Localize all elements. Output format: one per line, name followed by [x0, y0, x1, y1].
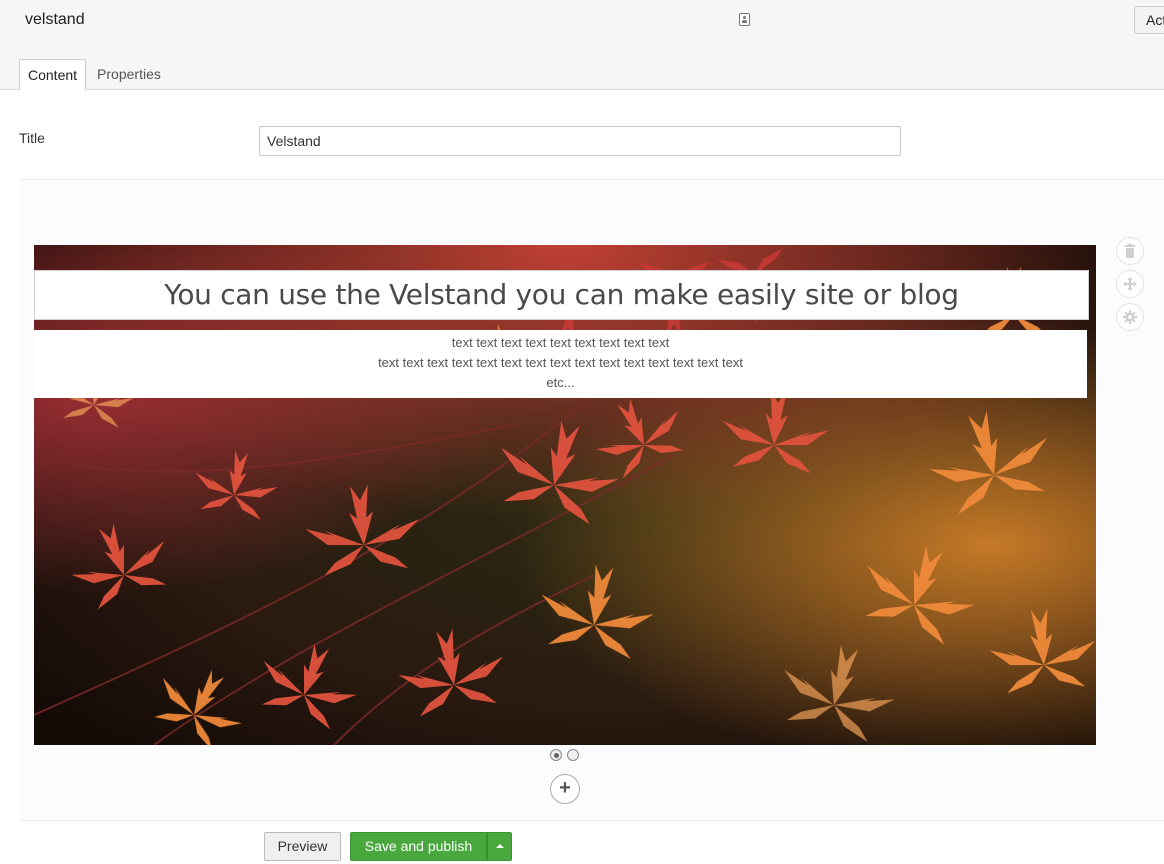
title-label: Title: [19, 130, 45, 146]
tab-content[interactable]: Content: [19, 59, 87, 90]
gear-icon: [1123, 310, 1137, 324]
maple-leaves-image: [34, 245, 1096, 745]
carousel-slide-image[interactable]: [34, 245, 1096, 745]
preview-button[interactable]: Preview: [264, 832, 341, 861]
slide-body-line: text text text text text text text text …: [451, 335, 670, 350]
tab-properties[interactable]: Properties: [89, 59, 169, 90]
add-content-button[interactable]: +: [550, 774, 580, 804]
actions-button[interactable]: Act: [1134, 6, 1164, 34]
delete-button[interactable]: [1116, 237, 1144, 265]
move-button[interactable]: [1116, 270, 1144, 298]
save-and-publish-button[interactable]: Save and publish: [350, 832, 487, 861]
id-card-icon[interactable]: [739, 13, 750, 26]
slide-body-text[interactable]: text text text text text text text text …: [34, 330, 1087, 398]
divider: [19, 820, 1164, 821]
trash-icon: [1125, 244, 1135, 258]
carousel-dot-1[interactable]: [550, 749, 562, 761]
slide-body-line: text text text text text text text text …: [378, 355, 743, 370]
carousel-pagination: [550, 749, 579, 761]
slide-headline[interactable]: You can use the Velstand you can make ea…: [34, 270, 1089, 320]
move-icon: [1123, 277, 1137, 291]
title-input[interactable]: [259, 126, 901, 156]
document-name[interactable]: velstand: [25, 11, 85, 29]
carousel-dot-2[interactable]: [567, 749, 579, 761]
slide-body-line: etc...: [546, 375, 575, 390]
publish-options-caret-icon[interactable]: [487, 832, 512, 861]
settings-button[interactable]: [1116, 303, 1144, 331]
editor-header: velstand Act Content Properties: [0, 0, 1164, 90]
tab-bar: Content Properties: [19, 59, 169, 90]
